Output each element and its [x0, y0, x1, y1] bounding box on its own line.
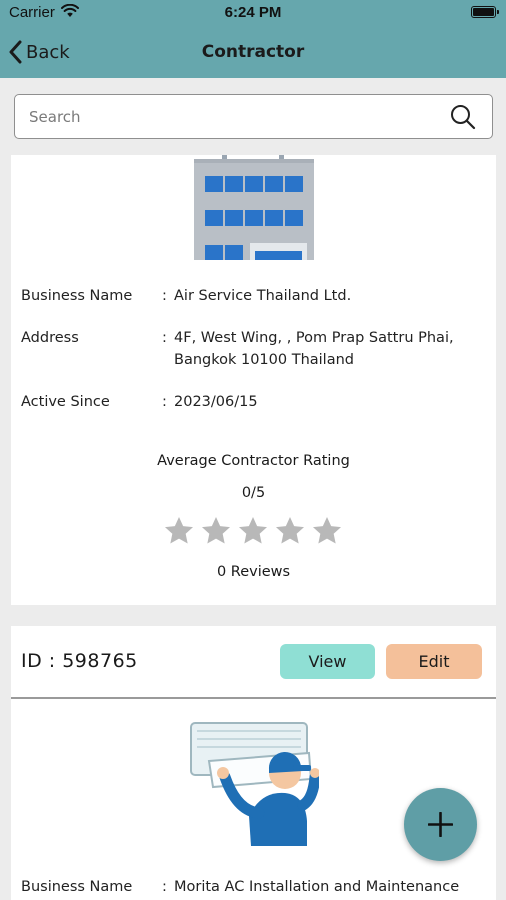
view-button[interactable]: View [280, 644, 375, 679]
search-input[interactable] [29, 105, 429, 129]
nav-bar: Back Contractor [0, 30, 506, 74]
edit-button[interactable]: Edit [386, 644, 482, 679]
building-icon [194, 155, 314, 260]
contractor-id: ID : 598765 [21, 650, 138, 672]
separator-colon: : [162, 879, 167, 895]
separator-colon: : [162, 288, 167, 304]
star-icon [202, 517, 230, 544]
address-label: Address [21, 330, 79, 346]
search-bar [14, 94, 493, 139]
address-line-1: 4F, West Wing, , Pom Prap Sattru Phai, [174, 330, 454, 346]
separator-colon: : [162, 394, 167, 410]
address-line-2: Bangkok 10100 Thailand [174, 352, 354, 368]
star-rating [163, 515, 343, 547]
divider [11, 697, 496, 699]
star-icon [313, 517, 341, 544]
ac-technician-icon [190, 722, 319, 846]
review-count: 0 Reviews [216, 564, 291, 580]
business-name-value: Air Service Thailand Ltd. [174, 288, 352, 304]
add-contractor-button[interactable] [404, 788, 477, 861]
star-icon [165, 517, 193, 544]
status-time: 6:24 PM [224, 4, 282, 21]
separator-colon: : [162, 330, 167, 346]
contractor-card: Business Name : Air Service Thailand Ltd… [11, 155, 496, 605]
star-icon [239, 517, 267, 544]
search-icon[interactable] [450, 104, 476, 130]
page-title: Contractor [201, 42, 305, 62]
plus-icon [428, 812, 453, 837]
app-header: Carrier 6:24 PM Back Contractor [0, 0, 506, 78]
business-name-value: Morita AC Installation and Maintenance [174, 879, 460, 895]
active-since-value: 2023/06/15 [174, 394, 258, 410]
rating-score: 0/5 [241, 485, 266, 501]
battery-icon [471, 6, 499, 18]
business-name-label: Business Name [21, 288, 133, 304]
contractor-card: ID : 598765 View Edit Business Name : Mo… [11, 626, 496, 900]
status-bar: Carrier 6:24 PM [0, 0, 506, 26]
rating-title: Average Contractor Rating [157, 453, 350, 469]
business-name-label: Business Name [21, 879, 133, 895]
active-since-label: Active Since [21, 394, 110, 410]
star-icon [276, 517, 304, 544]
